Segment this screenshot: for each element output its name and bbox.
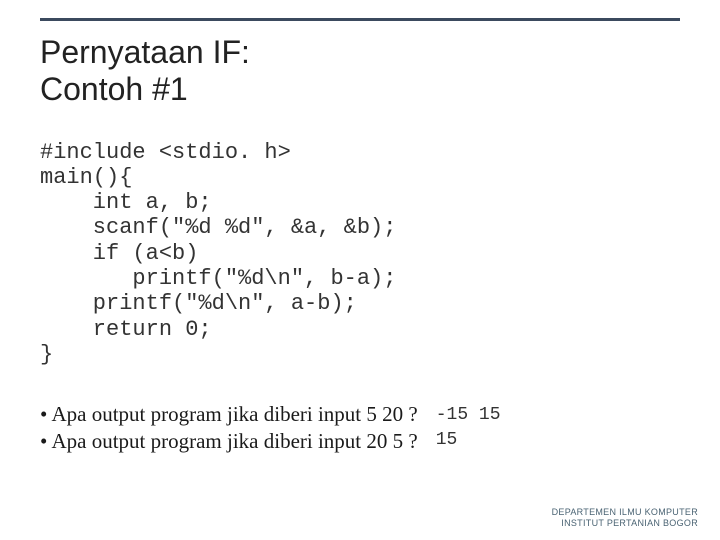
answer-block: -15 15 15 [436,403,501,452]
list-item: Apa output program jika diberi input 20 … [40,428,418,454]
list-item: Apa output program jika diberi input 5 2… [40,401,418,427]
slide: Pernyataan IF: Contoh #1 #include <stdio… [0,0,720,540]
top-rule [40,18,680,21]
questions-row: Apa output program jika diberi input 5 2… [40,401,680,454]
question-list: Apa output program jika diberi input 5 2… [40,401,418,454]
footer-line-1: DEPARTEMEN ILMU KOMPUTER [552,507,698,517]
footer-line-2: INSTITUT PERTANIAN BOGOR [552,518,698,528]
title-line-2: Contoh #1 [40,71,188,107]
page-title: Pernyataan IF: Contoh #1 [40,34,680,108]
title-line-1: Pernyataan IF: [40,34,250,70]
code-block: #include <stdio. h> main(){ int a, b; sc… [40,140,680,368]
footer: DEPARTEMEN ILMU KOMPUTER INSTITUT PERTAN… [552,507,698,528]
